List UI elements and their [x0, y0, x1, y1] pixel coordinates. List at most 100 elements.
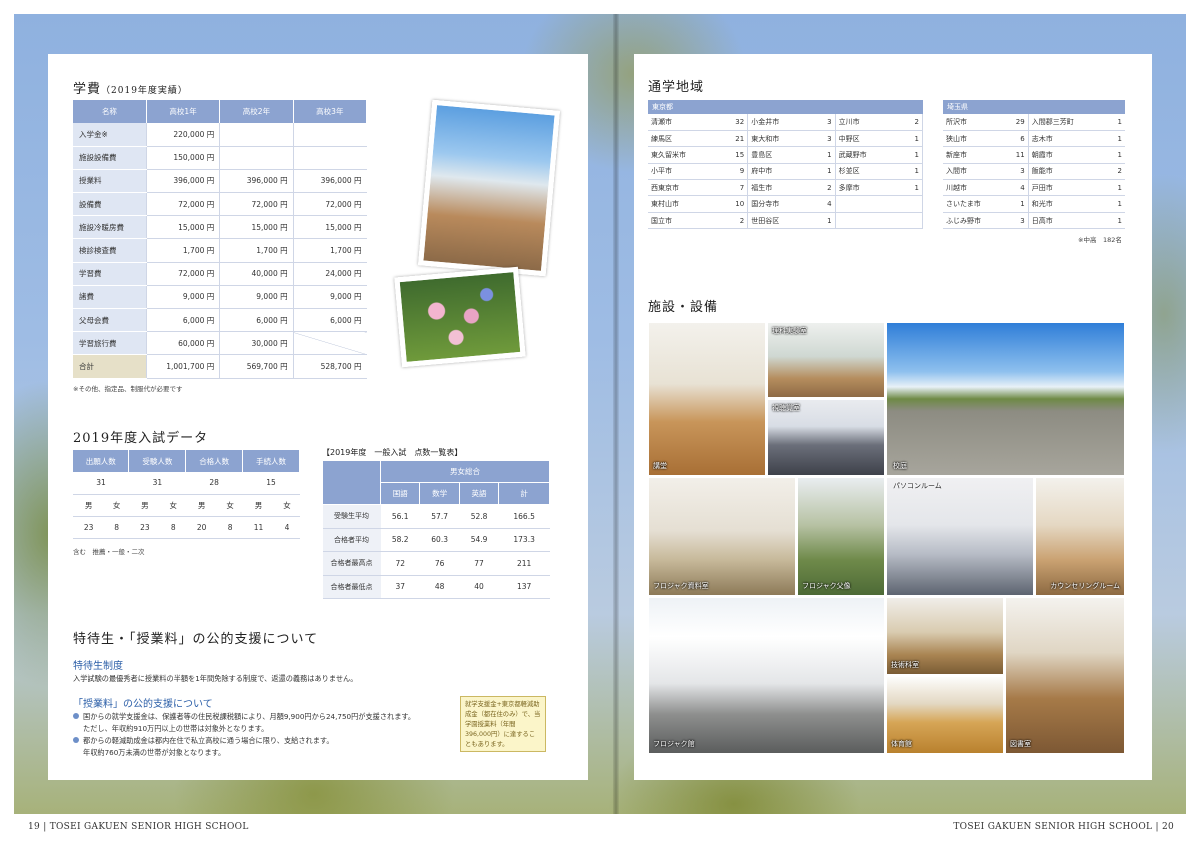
photo-caption: カウンセリングルーム — [1050, 582, 1120, 590]
city-name: 飯能市 — [1028, 163, 1103, 181]
score-value: 72 — [380, 551, 420, 576]
support-note-box: 就学支援金+東京都軽減助成金（都在住のみ）で、当学園授業料（年間396,000円… — [460, 696, 546, 752]
scholarship-text: 入学試験の最優秀者に授業料の半額を1年間免除する制度で、返還の義務はありません。 — [73, 674, 358, 683]
fees-title: 学費（2019年度実績） — [73, 82, 188, 97]
city-name: 朝霞市 — [1028, 146, 1103, 164]
city-count: 3 — [813, 114, 836, 131]
tokyo-header: 東京都 — [648, 100, 923, 114]
total-row: 合計 1,001,700 円 569,700 円 528,700 円 — [73, 354, 367, 379]
main-building-photo: フロジャク館 — [648, 597, 885, 754]
fee-value: 396,000 円 — [292, 169, 367, 194]
fee-name: 学習旅行費 — [73, 331, 147, 356]
table-row: 31 31 28 15 — [73, 472, 300, 495]
page-fold — [613, 14, 619, 814]
fee-value: 6,000 円 — [292, 308, 367, 333]
table-row: 23 8 23 8 20 8 11 4 — [73, 516, 300, 539]
fee-name: 検診検査費 — [73, 238, 147, 263]
city-count: 7 — [725, 179, 749, 197]
city-name: 小金井市 — [747, 114, 814, 131]
city-count: 3 — [813, 130, 836, 148]
fee-value: 1,700 円 — [219, 238, 294, 263]
gender-count: 11 — [242, 516, 275, 539]
city-name: 練馬区 — [648, 130, 726, 148]
fee-name: 入学金※ — [73, 123, 147, 147]
fee-name: 合計 — [73, 354, 147, 379]
table-row: 西東京市 7 福生市 2 多摩市 1 — [648, 179, 923, 197]
score-value: 58.2 — [380, 528, 420, 552]
fees-note: ※その他、指定品、制服代が必要です — [73, 385, 183, 393]
scores-group-header: 男女総合 — [380, 460, 550, 483]
gender-count: 8 — [160, 516, 186, 539]
city-count — [900, 212, 923, 230]
entrance-total: 15 — [242, 472, 300, 495]
city-count — [900, 195, 923, 213]
table-row: さいたま市 1 和光市 1 — [943, 195, 1125, 213]
fee-name: 設備費 — [73, 192, 147, 217]
table-row: 東村山市 10 国分寺市 4 — [648, 195, 923, 213]
fees-header-row: 名称 高校1年 高校2年 高校3年 — [73, 100, 368, 123]
fee-value: 396,000 円 — [219, 169, 294, 194]
fee-value: 9,000 円 — [219, 285, 294, 310]
score-value: 56.1 — [380, 504, 420, 529]
gender-label: 女 — [217, 494, 243, 517]
school-building-photo — [418, 99, 560, 277]
score-value: 137 — [498, 575, 550, 599]
city-count: 29 — [1006, 114, 1029, 131]
fee-value: 15,000 円 — [145, 215, 220, 240]
table-row: 東久留米市 15 豊島区 1 武蔵野市 1 — [648, 146, 923, 164]
fee-name: 諸費 — [73, 285, 147, 310]
city-count: 1 — [813, 163, 836, 181]
fee-value: 24,000 円 — [292, 262, 367, 286]
city-name — [835, 195, 901, 213]
city-name: 多摩市 — [835, 179, 901, 197]
schoolyard-photo: 校庭 — [886, 322, 1125, 476]
photo-caption: パソコンルーム — [893, 482, 942, 490]
scores-title: 【2019年度 一般入試 点数一覧表】 — [322, 448, 463, 457]
city-count: 32 — [725, 114, 749, 131]
fee-value: 6,000 円 — [145, 308, 220, 333]
fee-value: 6,000 円 — [219, 308, 294, 333]
score-value: 77 — [459, 551, 499, 576]
fees-header: 高校2年 — [219, 100, 294, 123]
fee-value: 220,000 円 — [145, 123, 220, 147]
entrance-title: 2019年度入試データ — [73, 431, 209, 446]
city-name: 所沢市 — [943, 114, 1007, 131]
city-name: 東村山市 — [648, 195, 726, 213]
photo-caption: 技術科室 — [891, 661, 919, 669]
entrance-table: 出願人数 受験人数 合格人数 手続人数 31 31 28 15 男 女 男 女 … — [73, 450, 300, 539]
score-label: 合格者最低点 — [322, 575, 381, 599]
city-count: 2 — [813, 179, 836, 197]
city-name: 武蔵野市 — [835, 146, 901, 164]
score-label: 合格者平均 — [322, 528, 381, 552]
gender-label: 男 — [242, 494, 275, 517]
photo-caption: 理科実験室 — [772, 327, 807, 335]
score-value: 60.3 — [419, 528, 460, 552]
table-row: 狭山市 6 志木市 1 — [943, 130, 1125, 148]
table-row: 男 女 男 女 男 女 男 女 — [73, 494, 300, 517]
fee-value: 396,000 円 — [145, 169, 220, 194]
city-name — [835, 212, 901, 230]
gender-label: 男 — [185, 494, 218, 517]
city-name: 豊島区 — [747, 146, 814, 164]
photo-caption: 校庭 — [893, 462, 907, 470]
city-name: 戸田市 — [1028, 179, 1103, 197]
table-row: 合格者最高点 72 76 77 211 — [322, 551, 550, 576]
library-photo: 図書室 — [1005, 597, 1125, 754]
table-row: 学習費 72,000 円 40,000 円 24,000 円 — [73, 262, 367, 286]
city-name: 福生市 — [747, 179, 814, 197]
table-row: 入学金※ 220,000 円 — [73, 123, 367, 147]
city-count: 1 — [1103, 114, 1125, 131]
table-row: 入間市 3 飯能市 2 — [943, 163, 1125, 181]
fees-header: 高校3年 — [293, 100, 368, 123]
commute-note: ※中高 182名 — [1078, 236, 1122, 244]
city-name: 清瀬市 — [648, 114, 726, 131]
score-value: 37 — [380, 575, 420, 599]
fee-value: 15,000 円 — [219, 215, 294, 240]
tokyo-table: 東京都 清瀬市 32 小金井市 3 立川市 2 練馬区 21 東大和市 3 中野区 1 東久… — [648, 100, 923, 230]
scores-header: 国語 — [379, 482, 421, 505]
fee-value: 60,000 円 — [145, 331, 220, 356]
fee-value: 1,700 円 — [145, 238, 220, 263]
city-name: 国分寺市 — [747, 195, 814, 213]
gender-label: 男 — [128, 494, 161, 517]
fees-table: 名称 高校1年 高校2年 高校3年 入学金※ 220,000 円 施設設備費 1… — [73, 100, 368, 379]
